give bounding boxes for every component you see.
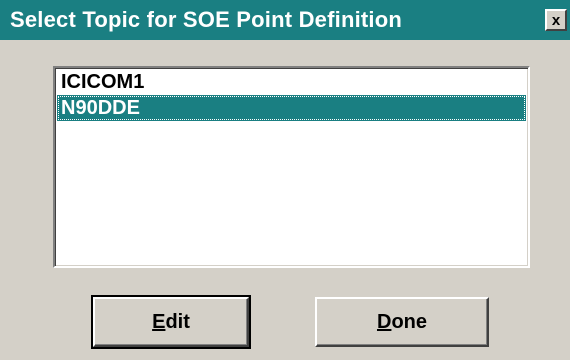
list-item-label: ICICOM1 xyxy=(61,71,145,93)
edit-button-label: dit xyxy=(165,310,190,333)
select-topic-dialog: Select Topic for SOE Point Definition x … xyxy=(0,0,570,360)
done-button[interactable]: Done xyxy=(315,297,489,347)
edit-button-mnemonic: E xyxy=(152,310,166,333)
list-item-selected[interactable]: N90DDE xyxy=(57,95,526,121)
window-title: Select Topic for SOE Point Definition xyxy=(10,7,403,32)
title-bar[interactable]: Select Topic for SOE Point Definition x xyxy=(0,0,570,40)
list-item[interactable]: ICICOM1 xyxy=(57,69,526,95)
topic-listbox[interactable]: ICICOM1 N90DDE xyxy=(53,66,530,268)
list-item-label: N90DDE xyxy=(61,97,140,119)
done-button-mnemonic: D xyxy=(376,310,392,333)
done-button-label: one xyxy=(391,310,427,333)
close-button[interactable]: x xyxy=(545,9,567,31)
edit-button[interactable]: Edit xyxy=(91,295,251,349)
close-icon: x xyxy=(551,11,561,29)
